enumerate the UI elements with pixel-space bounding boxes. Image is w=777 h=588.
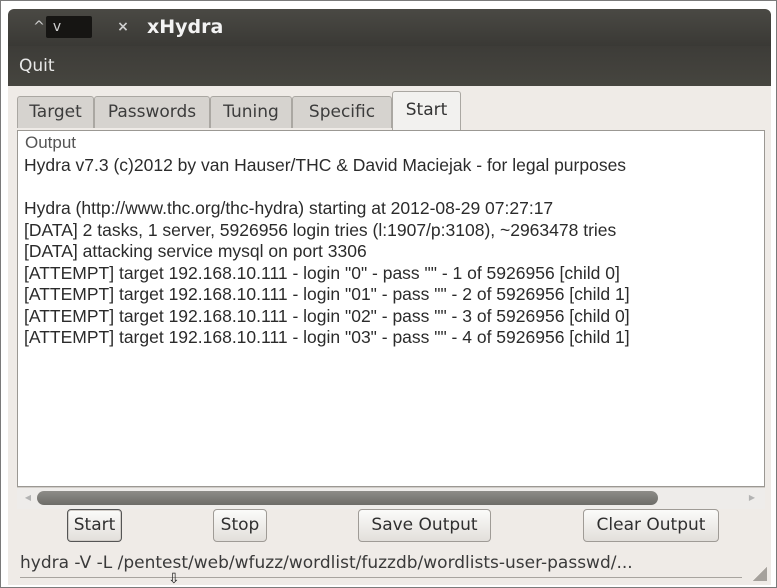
tab-target[interactable]: Target <box>17 96 94 128</box>
app-screenshot: ^ v × xHydra Quit Target Passwords Tunin… <box>0 0 777 588</box>
command-status: hydra -V -L /pentest/web/wfuzz/wordlist/… <box>20 551 742 578</box>
output-log[interactable]: Hydra v7.3 (c)2012 by van Hauser/THC & D… <box>24 155 764 349</box>
menu-item-quit[interactable]: Quit <box>19 54 55 78</box>
output-panel: Output Hydra v7.3 (c)2012 by van Hauser/… <box>17 130 765 487</box>
mouse-cursor-icon: ⇩ <box>168 571 180 585</box>
scrollbar-thumb[interactable] <box>37 491 658 505</box>
output-line: [ATTEMPT] target 192.168.10.111 - login … <box>24 305 630 326</box>
output-label: Output <box>23 133 79 153</box>
close-button[interactable]: × <box>114 16 132 38</box>
xhydra-window: ^ v × xHydra Quit Target Passwords Tunin… <box>8 9 771 585</box>
status-bar: hydra -V -L /pentest/web/wfuzz/wordlist/… <box>8 549 771 585</box>
output-line: [ATTEMPT] target 192.168.10.111 - login … <box>24 262 620 283</box>
window-title: xHydra <box>147 16 224 38</box>
resize-grip-icon[interactable] <box>751 565 767 581</box>
output-line: Hydra v7.3 (c)2012 by van Hauser/THC & D… <box>24 155 627 175</box>
tab-tuning[interactable]: Tuning <box>210 96 292 128</box>
output-line: [DATA] 2 tasks, 1 server, 5926956 login … <box>24 219 617 240</box>
chevron-down-icon: v <box>52 19 62 35</box>
start-button[interactable]: Start <box>67 509 122 542</box>
scroll-right-icon[interactable]: ▶ <box>747 492 757 504</box>
output-line: [ATTEMPT] target 192.168.10.111 - login … <box>24 284 630 304</box>
stop-button[interactable]: Stop <box>213 509 267 542</box>
output-line: Hydra (http://www.thc.org/thc-hydra) sta… <box>24 198 554 218</box>
title-bar: ^ v × xHydra <box>8 9 771 46</box>
tab-specific[interactable]: Specific <box>292 96 392 128</box>
output-line: [ATTEMPT] target 192.168.10.111 - login … <box>24 327 630 347</box>
scroll-left-icon[interactable]: ◀ <box>23 492 33 504</box>
maximize-button[interactable]: v <box>46 16 92 38</box>
menu-bar: Quit <box>8 46 771 86</box>
save-output-button[interactable]: Save Output <box>358 509 491 542</box>
tab-passwords[interactable]: Passwords <box>94 96 210 128</box>
clear-output-button[interactable]: Clear Output <box>583 509 719 542</box>
tab-bar: Target Passwords Tuning Specific Start <box>8 86 771 131</box>
tab-start[interactable]: Start <box>392 91 461 130</box>
horizontal-scrollbar[interactable]: ◀ ▶ <box>17 487 765 509</box>
output-line: [DATA] attacking service mysql on port 3… <box>24 241 367 261</box>
